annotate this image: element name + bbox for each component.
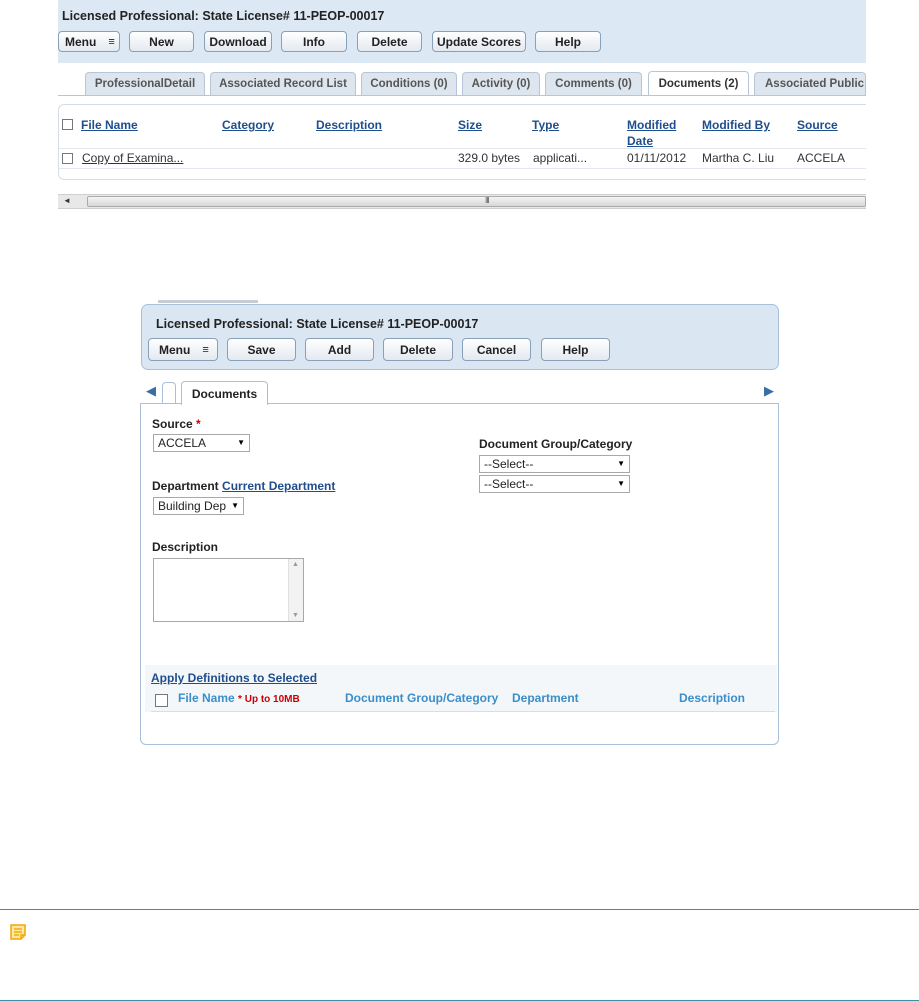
doc-category-select[interactable]: --Select-- ▼ bbox=[479, 475, 630, 493]
scroll-up-icon[interactable]: ▲ bbox=[292, 561, 299, 568]
row-checkbox[interactable] bbox=[62, 153, 73, 164]
row-type: applicati... bbox=[533, 151, 588, 165]
scrollbar-grip-icon: III bbox=[485, 196, 490, 205]
menu-label: Menu bbox=[159, 342, 191, 357]
col-file-name[interactable]: File Name bbox=[81, 117, 138, 133]
col-source[interactable]: Source bbox=[797, 117, 838, 133]
scroll-left-arrow-icon[interactable]: ◄ bbox=[63, 196, 71, 205]
chevron-down-icon: ▼ bbox=[617, 479, 625, 488]
tab-strip-line bbox=[58, 95, 866, 96]
col-modified-date-line1: Modified bbox=[627, 118, 677, 132]
col-type[interactable]: Type bbox=[532, 117, 559, 133]
description-textarea[interactable]: ▲ ▼ bbox=[153, 558, 304, 622]
row-source: ACCELA bbox=[797, 151, 846, 165]
menu-lines-icon: ≡ bbox=[108, 35, 115, 48]
col-description-dialog: Description bbox=[679, 691, 746, 705]
textarea-scrollbar[interactable]: ▲ ▼ bbox=[288, 559, 303, 621]
size-limit-note: * Up to 10MB bbox=[238, 694, 300, 705]
tab-comments[interactable]: Comments (0) bbox=[545, 72, 642, 95]
row-separator bbox=[59, 148, 866, 149]
new-button[interactable]: New bbox=[129, 31, 194, 52]
file-name-header: File Name bbox=[178, 691, 235, 705]
col-modified-date-line2: Date bbox=[627, 134, 654, 148]
note-top-rule bbox=[0, 909, 919, 910]
doc-group-label: Document Group/Category bbox=[479, 437, 633, 451]
add-button[interactable]: Add bbox=[305, 338, 374, 361]
page-title: Licensed Professional: State License# 11… bbox=[62, 9, 385, 23]
chevron-down-icon: ▼ bbox=[229, 498, 239, 514]
source-select[interactable]: ACCELA ▼ bbox=[153, 434, 250, 452]
info-button[interactable]: Info bbox=[281, 31, 347, 52]
description-label: Description bbox=[152, 540, 219, 554]
col-file-name-dialog: File Name * Up to 10MB bbox=[178, 691, 300, 705]
source-label: Source * bbox=[152, 417, 201, 431]
hidden-tab-edge bbox=[162, 382, 176, 404]
source-value: ACCELA bbox=[158, 436, 207, 450]
help-button[interactable]: Help bbox=[535, 31, 601, 52]
chevron-down-icon: ▼ bbox=[237, 438, 245, 447]
tab-activity[interactable]: Activity (0) bbox=[462, 72, 540, 95]
col-category[interactable]: Category bbox=[222, 117, 274, 133]
chevron-down-icon: ▼ bbox=[617, 459, 625, 468]
header-tab-edge bbox=[158, 300, 258, 303]
tab-scroll-right-icon[interactable]: ▶ bbox=[764, 383, 774, 399]
col-doc-group-dialog: Document Group/Category bbox=[345, 691, 499, 705]
department-label: Department Current Department bbox=[152, 479, 335, 493]
tab-documents-dialog[interactable]: Documents bbox=[181, 381, 268, 405]
col-modified-date[interactable]: Modified Date bbox=[627, 117, 676, 149]
scrollbar-thumb[interactable] bbox=[87, 196, 866, 207]
save-button[interactable]: Save bbox=[227, 338, 296, 361]
department-label-text: Department bbox=[152, 479, 219, 493]
doc-group-value: --Select-- bbox=[484, 457, 534, 471]
menu-button[interactable]: Menu ≡ bbox=[58, 31, 120, 52]
select-all-checkbox[interactable] bbox=[62, 119, 73, 130]
header-separator bbox=[151, 711, 775, 712]
menu-lines-icon: ≡ bbox=[202, 343, 209, 356]
col-description[interactable]: Description bbox=[316, 117, 382, 133]
select-all-files-checkbox[interactable] bbox=[155, 694, 168, 707]
doc-category-value: --Select-- bbox=[484, 477, 534, 491]
doc-group-select[interactable]: --Select-- ▼ bbox=[479, 455, 630, 473]
download-button[interactable]: Download bbox=[204, 31, 272, 52]
tab-scroll-left-icon[interactable]: ◀ bbox=[146, 383, 156, 399]
dialog-help-button[interactable]: Help bbox=[541, 338, 610, 361]
department-value: Building Dep bbox=[158, 499, 227, 513]
current-department-link[interactable]: Current Department bbox=[222, 479, 335, 493]
col-department-dialog: Department bbox=[512, 691, 579, 705]
department-select[interactable]: Building Dep ▼ bbox=[153, 497, 244, 515]
dialog-title: Licensed Professional: State License# 11… bbox=[156, 317, 479, 331]
note-icon bbox=[9, 923, 27, 944]
col-modified-by[interactable]: Modified By bbox=[702, 117, 770, 133]
tab-documents[interactable]: Documents (2) bbox=[648, 71, 749, 95]
apply-definitions-link[interactable]: Apply Definitions to Selected bbox=[151, 671, 317, 685]
row-separator bbox=[59, 168, 866, 169]
row-modified-date: 01/11/2012 bbox=[627, 151, 687, 165]
required-marker: * bbox=[196, 417, 201, 431]
delete-button[interactable]: Delete bbox=[357, 31, 422, 52]
col-size[interactable]: Size bbox=[458, 117, 482, 133]
tab-associated-public-users[interactable]: Associated Public U bbox=[754, 72, 866, 95]
row-size: 329.0 bytes bbox=[458, 151, 521, 165]
tab-conditions[interactable]: Conditions (0) bbox=[361, 72, 457, 95]
row-modified-by: Martha C. Liu bbox=[702, 151, 775, 165]
row-file-name-link[interactable]: Copy of Examina... bbox=[82, 151, 183, 165]
menu-label: Menu bbox=[65, 34, 97, 49]
cancel-button[interactable]: Cancel bbox=[462, 338, 531, 361]
source-label-text: Source bbox=[152, 417, 193, 431]
update-scores-button[interactable]: Update Scores bbox=[432, 31, 526, 52]
tab-associated-record-list[interactable]: Associated Record List bbox=[210, 72, 356, 95]
dialog-menu-button[interactable]: Menu ≡ bbox=[148, 338, 218, 361]
scroll-down-icon[interactable]: ▼ bbox=[292, 612, 299, 619]
tab-professional-detail[interactable]: ProfessionalDetail bbox=[85, 72, 205, 95]
dialog-delete-button[interactable]: Delete bbox=[383, 338, 453, 361]
